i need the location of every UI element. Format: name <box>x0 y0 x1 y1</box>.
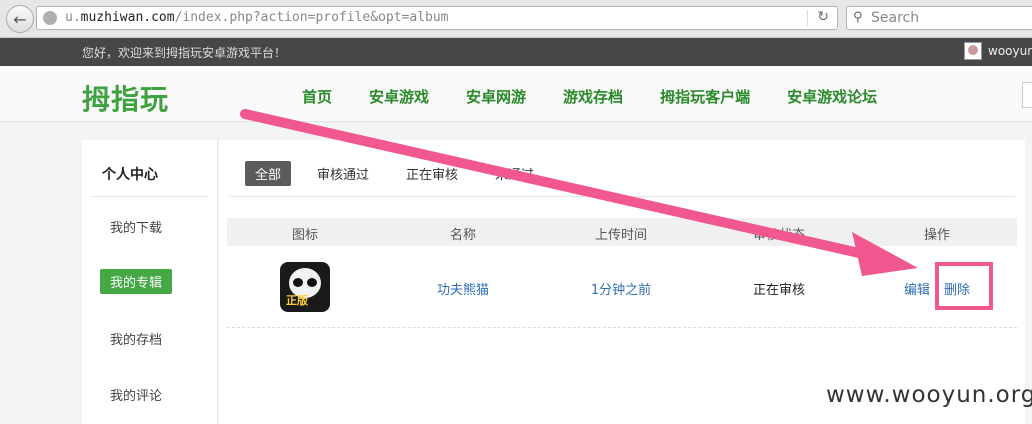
annotation-arrow <box>240 109 918 276</box>
annotation-highlight-box <box>935 262 993 310</box>
watermark: www.wooyun.org <box>826 382 1032 408</box>
